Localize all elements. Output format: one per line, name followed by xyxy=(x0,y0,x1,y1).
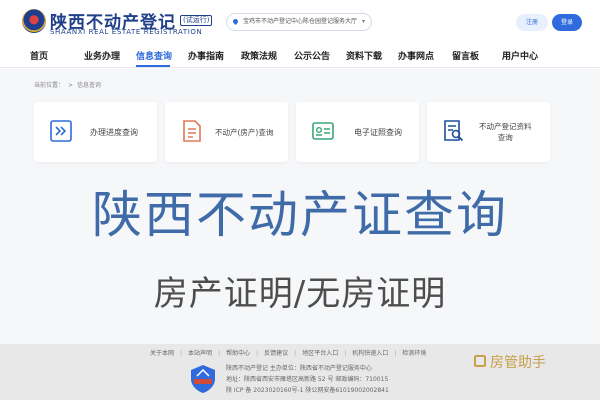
main-nav: 首页 业务办理 信息查询 办事指南 政策法规 公示公告 资料下载 办事网点 留言… xyxy=(0,44,600,68)
overlay-subtitle: 房产证明/无房证明 xyxy=(153,274,447,314)
card-property-query[interactable]: 不动产(房产)查询 xyxy=(165,102,288,162)
breadcrumb-current[interactable]: 信息查询 xyxy=(77,82,101,89)
footer-link-help[interactable]: 帮助中心 xyxy=(226,350,250,357)
footer-divider: | xyxy=(294,350,297,357)
footer-sponsor: 陕西不动产登记 主办单位：陕西省不动产登记服务中心 xyxy=(226,365,372,372)
footer-divider: | xyxy=(180,350,183,357)
nav-business[interactable]: 业务办理 xyxy=(84,49,120,62)
nav-policy[interactable]: 政策法规 xyxy=(241,49,277,62)
certificate-icon xyxy=(312,122,334,140)
nav-downloads[interactable]: 资料下载 xyxy=(346,49,382,62)
site-title-english: SHAANXI REAL ESTATE REGISTRATION xyxy=(50,28,203,36)
progress-icon xyxy=(50,120,72,142)
footer-divider: | xyxy=(394,350,397,357)
footer-link-regional[interactable]: 地区平台入口 xyxy=(302,350,338,357)
overlay-title: 陕西不动产证查询 xyxy=(92,186,508,244)
trial-badge: (试运行) xyxy=(180,15,213,26)
chevron-down-icon: ▾ xyxy=(361,18,365,25)
breadcrumb-separator: > xyxy=(68,82,74,89)
watermark-logo-icon xyxy=(474,355,486,367)
footer-link-statement[interactable]: 本站声明 xyxy=(188,350,212,357)
breadcrumb-prefix: 当前位置： xyxy=(34,82,65,89)
footer-icp[interactable]: 陕 ICP 备 2023020160号-1 陕公网安备6101900200284… xyxy=(226,385,389,394)
nav-active-indicator xyxy=(136,65,170,67)
card-label: 不动产登记资料 查询 xyxy=(479,122,532,142)
footer-links: 关于本网 | 本站声明 | 帮助中心 | 反馈建议 | 地区平台入口 | 机构快速入口 | 检测环境 xyxy=(150,348,432,357)
footer-divider: | xyxy=(218,350,221,357)
watermark-text: 房管助手 xyxy=(490,355,546,371)
emblem-logo-icon[interactable] xyxy=(22,9,46,33)
card-progress-query[interactable]: 办理进度查询 xyxy=(34,102,157,162)
footer-link-agency[interactable]: 机构快速入口 xyxy=(352,350,388,357)
card-e-certificate-query[interactable]: 电子证照查询 xyxy=(296,102,419,162)
nav-info-query[interactable]: 信息查询 xyxy=(136,49,172,62)
nav-guide[interactable]: 办事指南 xyxy=(188,49,224,62)
footer-divider: | xyxy=(256,350,259,357)
login-button[interactable]: 登录 xyxy=(552,14,582,31)
card-registry-data-query[interactable]: 不动产登记资料 查询 xyxy=(427,102,550,162)
card-label: 电子证照查询 xyxy=(354,127,402,137)
card-label: 不动产(房产)查询 xyxy=(215,127,274,137)
register-button[interactable]: 注册 xyxy=(516,14,548,31)
footer-address: 地址：陕西省西安市雁塔区高新路 52 号 邮政编码：710015 xyxy=(226,376,389,383)
nav-offices[interactable]: 办事网点 xyxy=(398,49,434,62)
nav-notices[interactable]: 公示公告 xyxy=(294,49,330,62)
nav-home[interactable]: 首页 xyxy=(30,49,48,62)
location-text: 宝鸡市不动产登记中心陈仓园登记服务大厅 xyxy=(243,18,358,25)
footer-link-env-check[interactable]: 检测环境 xyxy=(402,350,426,357)
nav-user-center[interactable]: 用户中心 xyxy=(502,49,538,62)
nav-messages[interactable]: 留言板 xyxy=(452,49,479,62)
property-doc-icon xyxy=(183,120,201,142)
search-doc-icon xyxy=(444,120,464,142)
card-label: 办理进度查询 xyxy=(90,127,138,137)
location-pin-icon xyxy=(231,17,240,26)
footer-link-about[interactable]: 关于本网 xyxy=(150,350,174,357)
breadcrumb: 当前位置： > 信息查询 xyxy=(34,80,101,89)
footer-divider: | xyxy=(344,350,347,357)
site-header: 陕西不动产登记 (试运行) SHAANXI REAL ESTATE REGIST… xyxy=(0,0,600,44)
location-selector[interactable]: 宝鸡市不动产登记中心陈仓园登记服务大厅 ▾ xyxy=(226,13,372,31)
footer-link-feedback[interactable]: 反馈建议 xyxy=(264,350,288,357)
gov-badge-icon[interactable] xyxy=(190,364,216,394)
